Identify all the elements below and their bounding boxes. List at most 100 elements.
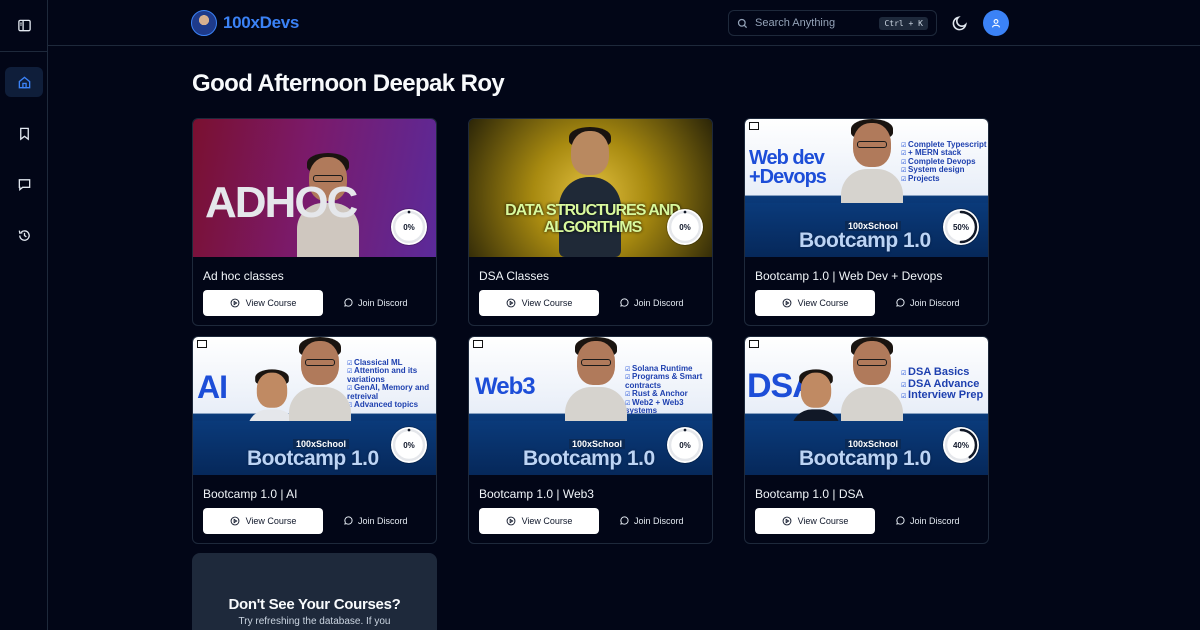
play-circle-icon xyxy=(506,298,515,308)
page-title: Good Afternoon Deepak Roy xyxy=(192,70,505,97)
course-title[interactable]: Ad hoc classes xyxy=(203,269,284,283)
course-title[interactable]: Bootcamp 1.0 | Web Dev + Devops xyxy=(755,269,942,283)
search-input[interactable]: Search Anything Ctrl + K xyxy=(728,10,937,36)
course-thumbnail[interactable]: AI Classical MLAttention and its variati… xyxy=(193,337,436,475)
thumb-bullet: Programs & Smart contracts xyxy=(625,373,711,390)
thumb-title: AI xyxy=(197,369,228,405)
refresh-card-title: Don't See Your Courses? xyxy=(228,596,401,613)
progress-ring: 0% xyxy=(391,427,427,463)
play-circle-icon xyxy=(230,516,239,526)
join-discord-button[interactable]: Join Discord xyxy=(343,508,413,534)
progress-ring: 0% xyxy=(667,209,703,245)
thumb-bootcamp-label: Bootcamp 1.0 xyxy=(523,447,655,470)
message-circle-icon xyxy=(344,516,353,525)
top-bar: 100xDevs Search Anything Ctrl + K xyxy=(48,0,1200,46)
course-card[interactable]: ADHOC 0% Ad hoc classes View Course Join… xyxy=(192,118,437,326)
progress-percent: 0% xyxy=(403,222,415,232)
view-course-button[interactable]: View Course xyxy=(203,290,323,316)
thumb-bootcamp-label: Bootcamp 1.0 xyxy=(247,447,379,470)
join-discord-button[interactable]: Join Discord xyxy=(619,508,689,534)
course-title[interactable]: Bootcamp 1.0 | Web3 xyxy=(479,487,594,501)
history-icon xyxy=(18,229,30,241)
bookmark-icon xyxy=(19,127,29,140)
message-circle-icon xyxy=(896,516,905,525)
progress-ring: 0% xyxy=(667,427,703,463)
join-discord-label: Join Discord xyxy=(910,298,960,308)
refresh-card: Don't See Your Courses? Try refreshing t… xyxy=(192,553,437,630)
join-discord-label: Join Discord xyxy=(634,516,684,526)
course-card[interactable]: Web dev +Devops Complete Typescript+ MER… xyxy=(744,118,989,326)
thumb-title: Web dev +Devops xyxy=(749,147,827,188)
join-discord-button[interactable]: Join Discord xyxy=(619,290,689,316)
join-discord-label: Join Discord xyxy=(910,516,960,526)
course-thumbnail[interactable]: DATA STRUCTURES AND ALGORITHMS 0% xyxy=(469,119,712,257)
course-card[interactable]: DATA STRUCTURES AND ALGORITHMS 0% DSA Cl… xyxy=(468,118,713,326)
sidebar-item-bookmarks[interactable] xyxy=(5,118,43,148)
course-title[interactable]: DSA Classes xyxy=(479,269,549,283)
sidebar-toggle-button[interactable] xyxy=(5,10,43,40)
brand-logo xyxy=(191,10,217,36)
thumb-bullets: Solana RuntimePrograms & Smart contracts… xyxy=(625,364,711,416)
view-course-button[interactable]: View Course xyxy=(755,290,875,316)
course-card[interactable]: Web3 Solana RuntimePrograms & Smart cont… xyxy=(468,336,713,544)
thumb-bullet: Web2 + Web3 systems xyxy=(625,398,711,416)
progress-percent: 50% xyxy=(952,222,969,232)
play-circle-icon xyxy=(506,516,515,526)
progress-percent: 0% xyxy=(403,440,415,450)
home-icon xyxy=(18,75,30,88)
sidebar-item-questions[interactable] xyxy=(5,169,43,199)
user-avatar[interactable] xyxy=(983,10,1009,36)
thumb-bullets: DSA BasicsDSA AdvanceInterview Prep xyxy=(901,366,987,402)
join-discord-label: Join Discord xyxy=(358,298,408,308)
user-icon xyxy=(992,19,1000,28)
view-course-label: View Course xyxy=(521,298,573,308)
view-course-label: View Course xyxy=(797,516,849,526)
thumb-bootcamp-label: Bootcamp 1.0 xyxy=(799,229,931,252)
thumb-bullet: GenAI, Memory and retreival xyxy=(347,384,433,401)
sidebar xyxy=(0,0,48,630)
course-thumbnail[interactable]: Web dev +Devops Complete Typescript+ MER… xyxy=(745,119,988,257)
view-course-label: View Course xyxy=(245,516,297,526)
course-thumbnail[interactable]: ADHOC 0% xyxy=(193,119,436,257)
moon-icon[interactable] xyxy=(951,14,969,32)
join-discord-button[interactable]: Join Discord xyxy=(343,290,413,316)
progress-ring: 50% xyxy=(943,209,979,245)
thumb-bullets: Complete Typescript+ MERN stackComplete … xyxy=(901,140,988,183)
view-course-button[interactable]: View Course xyxy=(755,508,875,534)
search-placeholder: Search Anything xyxy=(755,17,836,29)
view-course-button[interactable]: View Course xyxy=(479,508,599,534)
refresh-card-subtitle: Try refreshing the database. If you xyxy=(238,616,391,627)
join-discord-label: Join Discord xyxy=(358,516,408,526)
progress-percent: 0% xyxy=(679,440,691,450)
view-course-button[interactable]: View Course xyxy=(203,508,323,534)
course-card[interactable]: AI Classical MLAttention and its variati… xyxy=(192,336,437,544)
course-title[interactable]: Bootcamp 1.0 | AI xyxy=(203,487,298,501)
progress-percent: 40% xyxy=(952,440,969,450)
progress-percent: 0% xyxy=(679,222,691,232)
course-title[interactable]: Bootcamp 1.0 | DSA xyxy=(755,487,864,501)
search-shortcut: Ctrl + K xyxy=(879,16,928,30)
progress-ring: 40% xyxy=(943,427,979,463)
course-thumbnail[interactable]: DSA DSA BasicsDSA AdvanceInterview Prep … xyxy=(745,337,988,475)
sidebar-divider xyxy=(0,51,48,52)
course-card[interactable]: DSA DSA BasicsDSA AdvanceInterview Prep … xyxy=(744,336,989,544)
join-discord-button[interactable]: Join Discord xyxy=(895,290,965,316)
thumb-title: ADHOC xyxy=(205,178,358,227)
search-icon xyxy=(737,18,748,28)
thumb-bootcamp-label: Bootcamp 1.0 xyxy=(799,447,931,470)
message-circle-icon xyxy=(620,516,629,525)
play-circle-icon xyxy=(782,298,791,308)
sidebar-item-home[interactable] xyxy=(5,67,43,97)
thumb-bullet: Attention and its variations xyxy=(347,367,433,384)
play-circle-icon xyxy=(782,516,791,526)
join-discord-label: Join Discord xyxy=(634,298,684,308)
thumb-bullets: Classical MLAttention and its variations… xyxy=(347,358,433,409)
join-discord-button[interactable]: Join Discord xyxy=(895,508,965,534)
view-course-label: View Course xyxy=(797,298,849,308)
view-course-button[interactable]: View Course xyxy=(479,290,599,316)
thumb-bullet: Interview Prep xyxy=(901,390,987,402)
thumb-bullet: Projects xyxy=(901,174,988,183)
brand[interactable]: 100xDevs xyxy=(191,10,299,36)
sidebar-item-history[interactable] xyxy=(5,220,43,250)
course-thumbnail[interactable]: Web3 Solana RuntimePrograms & Smart cont… xyxy=(469,337,712,475)
